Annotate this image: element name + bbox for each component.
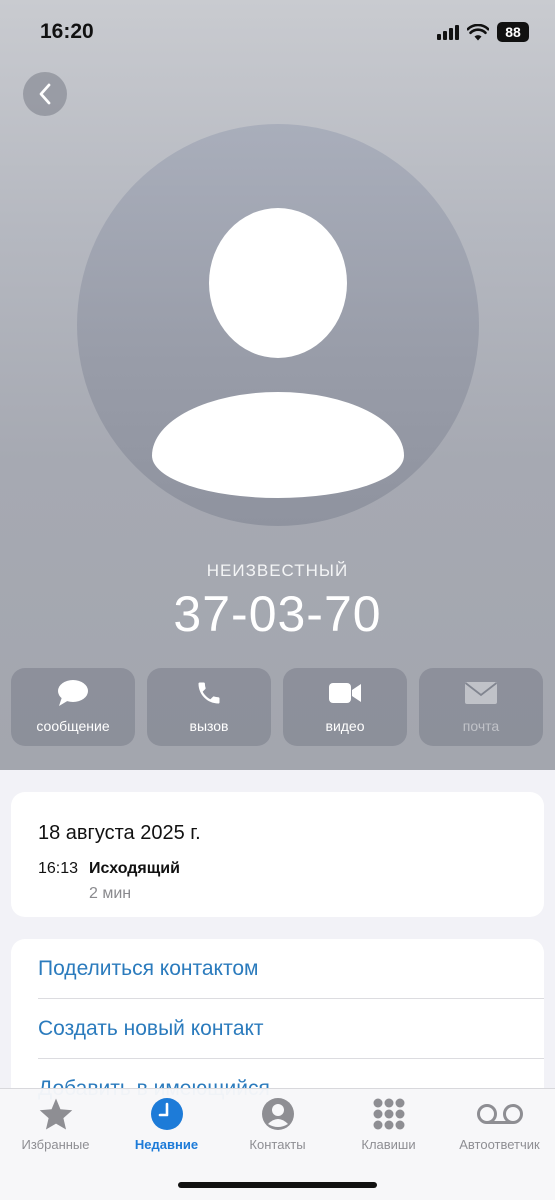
contact-header: 16:20 88 НЕИЗВЕСТНЫЙ 37-03-70 сообщение … bbox=[0, 0, 555, 770]
keypad-icon bbox=[372, 1097, 406, 1131]
share-contact-option[interactable]: Поделиться контактом bbox=[38, 939, 544, 999]
chevron-left-icon bbox=[39, 83, 51, 105]
home-indicator bbox=[178, 1182, 377, 1188]
avatar-head-shape bbox=[209, 208, 347, 358]
star-icon bbox=[38, 1097, 74, 1131]
avatar-body-shape bbox=[152, 392, 404, 498]
mail-label: почта bbox=[462, 718, 500, 734]
caller-number: 37-03-70 bbox=[173, 586, 382, 642]
mail-icon bbox=[464, 678, 498, 708]
call-history-card: 18 августа 2025 г. 16:13 Исходящий 2 мин bbox=[11, 792, 544, 917]
call-type: Исходящий bbox=[89, 860, 180, 877]
tab-favorites[interactable]: Избранные bbox=[0, 1097, 111, 1167]
caller-label: НЕИЗВЕСТНЫЙ bbox=[206, 561, 349, 580]
message-icon bbox=[57, 678, 89, 708]
call-button[interactable]: вызов bbox=[147, 668, 271, 746]
back-button[interactable] bbox=[23, 72, 67, 116]
call-label: вызов bbox=[189, 718, 229, 734]
call-date: 18 августа 2025 г. bbox=[38, 822, 201, 844]
tab-voicemail-label: Автоответчик bbox=[459, 1137, 540, 1152]
status-icons: 88 bbox=[437, 22, 529, 42]
tab-recents[interactable]: Недавние bbox=[111, 1097, 222, 1167]
person-circle-icon bbox=[261, 1097, 295, 1131]
tab-voicemail[interactable]: Автоответчик bbox=[444, 1097, 555, 1167]
cellular-signal-icon bbox=[437, 24, 459, 40]
status-time: 16:20 bbox=[40, 20, 94, 43]
contact-avatar bbox=[77, 124, 479, 526]
tab-recents-label: Недавние bbox=[134, 1137, 199, 1152]
create-contact-option[interactable]: Создать новый контакт bbox=[38, 999, 544, 1059]
message-button[interactable]: сообщение bbox=[11, 668, 135, 746]
call-time: 16:13 bbox=[38, 860, 79, 877]
tab-keypad-label: Клавиши bbox=[361, 1137, 416, 1152]
phone-icon bbox=[195, 678, 223, 708]
tab-contacts[interactable]: Контакты bbox=[222, 1097, 333, 1167]
tab-contacts-label: Контакты bbox=[249, 1137, 306, 1152]
tab-favorites-label: Избранные bbox=[21, 1137, 90, 1152]
video-button[interactable]: видео bbox=[283, 668, 407, 746]
tab-keypad[interactable]: Клавиши bbox=[333, 1097, 444, 1167]
voicemail-icon bbox=[476, 1097, 524, 1131]
mail-button[interactable]: почта bbox=[419, 668, 543, 746]
message-label: сообщение bbox=[36, 718, 110, 734]
video-label: видео bbox=[325, 718, 365, 734]
battery-indicator: 88 bbox=[497, 22, 529, 42]
video-icon bbox=[328, 678, 362, 708]
status-bar: 16:20 88 bbox=[0, 0, 555, 64]
quick-actions: сообщение вызов видео почта bbox=[11, 668, 543, 746]
clock-icon bbox=[150, 1097, 184, 1131]
call-duration: 2 мин bbox=[89, 885, 132, 902]
wifi-icon bbox=[467, 23, 489, 40]
